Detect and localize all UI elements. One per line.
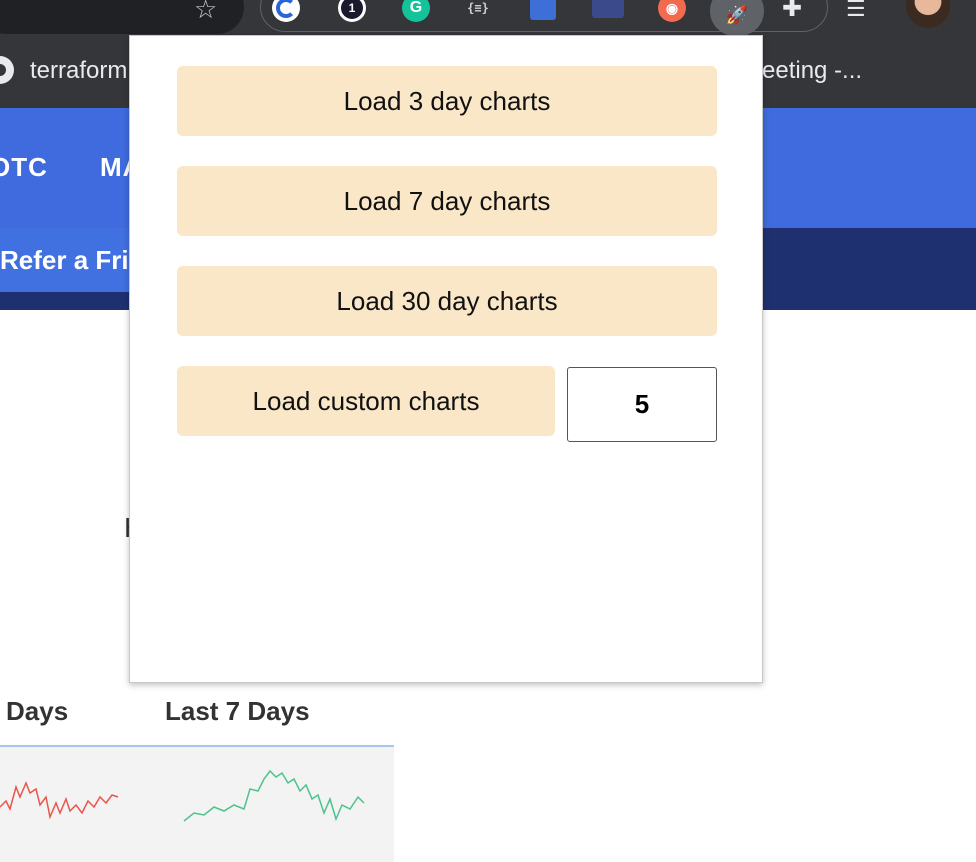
nav-item-otc[interactable]: OTC	[0, 152, 48, 183]
extension-popup: Load 3 day charts Load 7 day charts Load…	[129, 35, 763, 683]
ext-json-icon[interactable]: {≡}	[464, 0, 492, 22]
load-30-day-charts-button[interactable]: Load 30 day charts	[177, 266, 717, 336]
bookmark-terraform[interactable]: terraform	[30, 56, 127, 86]
sparkline-green	[183, 769, 365, 822]
column-header-last-7-days: Last 7 Days	[165, 696, 310, 726]
star-icon[interactable]: ☆	[194, 0, 217, 24]
avatar[interactable]	[906, 0, 950, 28]
sparkline-red	[0, 781, 119, 820]
browser-toolbar: ☆ 1 G {≡} ◉ 🚀 ✚ ☰	[0, 0, 976, 36]
github-icon	[0, 56, 14, 84]
sparkline-row	[0, 745, 394, 862]
ext-1password-badge: 1	[341, 0, 363, 19]
load-3-day-charts-button[interactable]: Load 3 day charts	[177, 66, 717, 136]
column-header-days: Days	[6, 696, 69, 726]
refer-friend-button[interactable]: Refer a Frie	[0, 228, 140, 292]
load-7-day-charts-button[interactable]: Load 7 day charts	[177, 166, 717, 236]
ext-inspector-icon[interactable]	[530, 0, 556, 20]
puzzle-icon[interactable]: ✚	[782, 0, 802, 24]
ext-video-icon[interactable]	[592, 0, 624, 18]
bookmark-meeting[interactable]: eeting -...	[762, 56, 862, 86]
custom-days-input[interactable]	[567, 367, 717, 442]
load-custom-charts-button[interactable]: Load custom charts	[177, 366, 555, 436]
queue-music-icon[interactable]: ☰	[846, 0, 866, 24]
